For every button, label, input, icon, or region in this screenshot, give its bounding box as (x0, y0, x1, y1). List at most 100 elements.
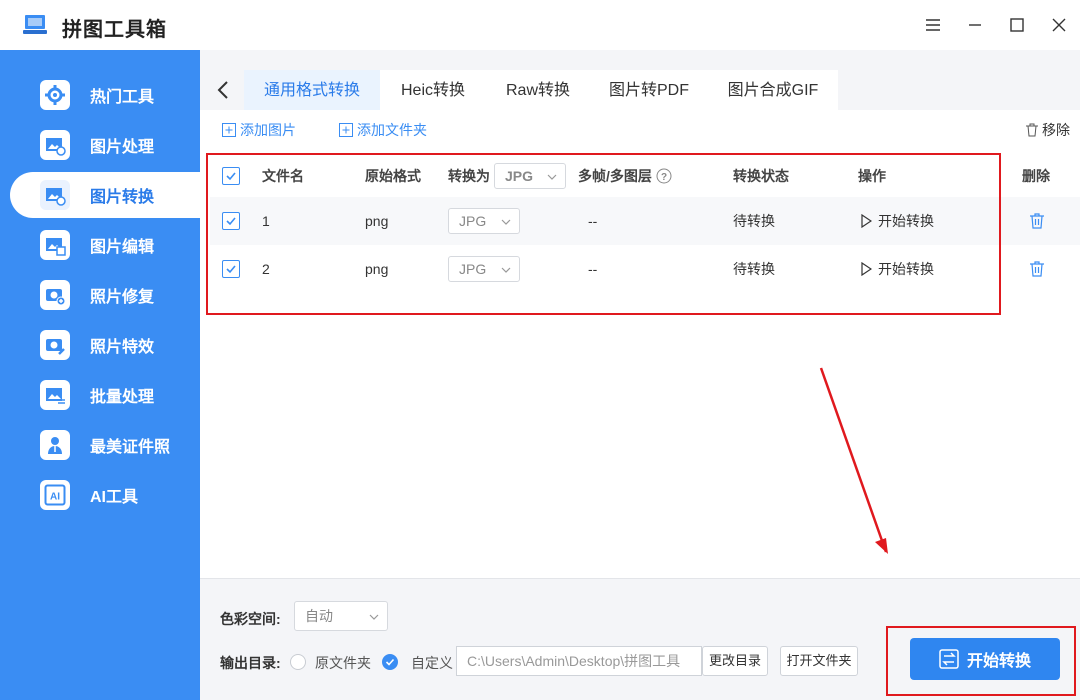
tab-heic[interactable]: Heic转换 (380, 70, 486, 110)
header-status: 转换状态 (733, 168, 789, 184)
header-convert-to: 转换为 (448, 168, 490, 184)
remove-button[interactable]: 移除 (1025, 120, 1070, 140)
sidebar-item-label: 批量处理 (90, 389, 155, 406)
radio-custom-folder[interactable] (382, 654, 398, 670)
chevron-down-icon (547, 174, 557, 180)
chevron-down-icon (501, 219, 511, 225)
output-dir-label: 输出目录: (220, 655, 281, 671)
chevron-down-icon (369, 614, 379, 620)
tab-bar: 通用格式转换 Heic转换 Raw转换 图片转PDF 图片合成GIF (200, 70, 1080, 110)
header-action: 操作 (858, 168, 886, 184)
camera-magic-icon (40, 330, 70, 360)
sidebar-item-image-edit[interactable]: 图片编辑 (10, 222, 200, 268)
trash-icon[interactable] (1029, 213, 1045, 229)
row-filename: 2 (262, 261, 270, 277)
row-convert-value: JPG (459, 213, 487, 229)
output-path-input[interactable]: C:\Users\Admin\Desktop\拼图工具 (456, 646, 702, 676)
play-icon (861, 214, 872, 228)
title-bar: 拼图工具箱 (0, 0, 1080, 50)
row-frames: -- (588, 261, 598, 277)
add-image-button[interactable]: 添加图片 (222, 120, 296, 140)
row-start-convert-button[interactable]: 开始转换 (860, 259, 934, 279)
sidebar-item-batch[interactable]: 批量处理 (10, 372, 200, 418)
row-start-convert-button[interactable]: 开始转换 (860, 211, 934, 231)
header-multi-frame: 多帧/多图层 (578, 168, 652, 184)
original-folder-label: 原文件夹 (315, 655, 371, 671)
sidebar-item-photo-repair[interactable]: 照片修复 (10, 272, 200, 318)
row-status: 待转换 (733, 213, 775, 229)
tab-image-to-gif[interactable]: 图片合成GIF (708, 70, 838, 110)
back-arrow-icon[interactable] (214, 78, 234, 102)
add-folder-button[interactable]: 添加文件夹 (339, 120, 427, 140)
add-folder-icon (339, 123, 353, 137)
help-icon[interactable]: ? (656, 168, 672, 184)
header-filename: 文件名 (262, 168, 304, 184)
color-space-label: 色彩空间: (220, 611, 281, 627)
gear-icon (40, 80, 70, 110)
convert-to-all-select[interactable]: JPG (494, 163, 566, 189)
radio-original-folder[interactable] (290, 654, 306, 670)
open-folder-button[interactable]: 打开文件夹 (780, 646, 858, 676)
row-convert-select[interactable]: JPG (448, 208, 520, 234)
image-edit-icon (40, 230, 70, 260)
tab-image-to-pdf[interactable]: 图片转PDF (590, 70, 708, 110)
sidebar-item-label: 照片特效 (90, 339, 155, 356)
tab-general-format[interactable]: 通用格式转换 (244, 70, 380, 110)
row-frames: -- (588, 213, 598, 229)
row-checkbox[interactable] (222, 260, 240, 278)
menu-icon[interactable] (922, 14, 944, 36)
sidebar-item-image-processing[interactable]: 图片处理 (10, 122, 200, 168)
trash-icon (1026, 123, 1038, 137)
sidebar-item-label: 图片编辑 (90, 239, 155, 256)
sidebar-item-label: 图片转换 (90, 189, 155, 206)
table-row: 2 png JPG -- 待转换 开始转换 (210, 245, 1080, 293)
start-convert-button[interactable]: 开始转换 (910, 638, 1060, 680)
image-batch-icon (40, 380, 70, 410)
id-photo-icon (40, 430, 70, 460)
color-space-value: 自动 (305, 608, 333, 624)
header-delete: 删除 (1022, 168, 1050, 184)
remove-label: 移除 (1042, 122, 1070, 138)
maximize-icon[interactable] (1006, 14, 1028, 36)
add-icon (222, 123, 236, 137)
row-original-format: png (365, 261, 389, 277)
sidebar-item-image-convert[interactable]: 图片转换 (10, 172, 200, 218)
row-start-convert-label: 开始转换 (878, 213, 934, 229)
row-start-convert-label: 开始转换 (878, 261, 934, 277)
sidebar: 热门工具 图片处理 图片转换 图片编辑 照片修复 照片特效 批量处理 最美证件照… (0, 50, 200, 700)
convert-to-all-value: JPG (505, 168, 534, 184)
svg-text:AI: AI (50, 492, 60, 503)
color-space-select[interactable]: 自动 (294, 601, 388, 631)
sidebar-item-label: 照片修复 (90, 289, 155, 306)
play-icon (861, 262, 872, 276)
sidebar-item-label: 热门工具 (90, 89, 155, 106)
chevron-down-icon (501, 267, 511, 273)
convert-icon (939, 649, 959, 669)
tab-raw[interactable]: Raw转换 (486, 70, 590, 110)
select-all-checkbox[interactable] (222, 167, 240, 185)
header-original-format: 原始格式 (365, 168, 421, 184)
camera-plus-icon (40, 280, 70, 310)
image-clock-icon (40, 130, 70, 160)
sidebar-item-label: 图片处理 (90, 139, 155, 156)
row-convert-value: JPG (459, 261, 487, 277)
sidebar-item-label: 最美证件照 (90, 439, 171, 456)
row-convert-select[interactable]: JPG (448, 256, 520, 282)
sidebar-item-id-photo[interactable]: 最美证件照 (10, 422, 200, 468)
image-convert-icon (40, 180, 70, 210)
trash-icon[interactable] (1029, 261, 1045, 277)
minimize-icon[interactable] (964, 14, 986, 36)
custom-folder-label: 自定义 (411, 655, 453, 671)
add-folder-label: 添加文件夹 (357, 122, 427, 138)
table-header: 文件名 原始格式 转换为 JPG 多帧/多图层 ? 转换状态 操作 删除 (210, 154, 1080, 198)
row-checkbox[interactable] (222, 212, 240, 230)
row-original-format: png (365, 213, 389, 229)
close-icon[interactable] (1048, 14, 1070, 36)
row-status: 待转换 (733, 261, 775, 277)
change-dir-button[interactable]: 更改目录 (702, 646, 768, 676)
sidebar-item-label: AI工具 (90, 489, 139, 506)
ai-icon: AI (40, 480, 70, 510)
sidebar-item-photo-effects[interactable]: 照片特效 (10, 322, 200, 368)
sidebar-item-hot-tools[interactable]: 热门工具 (10, 72, 200, 118)
sidebar-item-ai-tools[interactable]: AI AI工具 (10, 472, 200, 518)
